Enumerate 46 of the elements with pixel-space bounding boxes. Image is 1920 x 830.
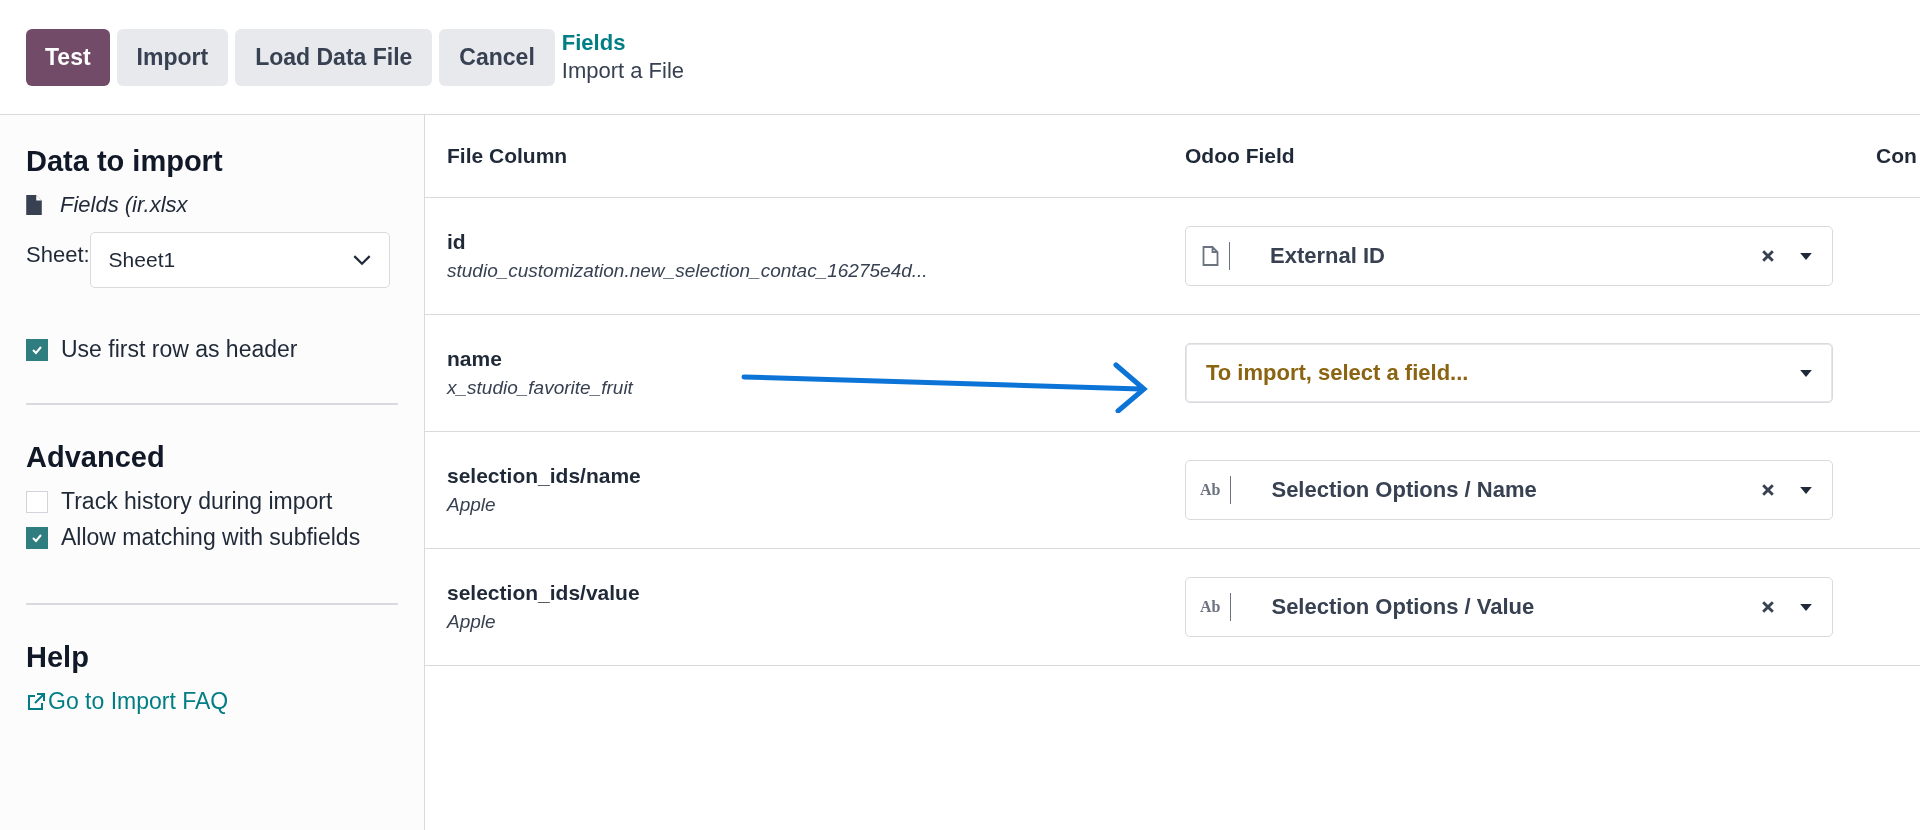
help-link[interactable]: Go to Import FAQ: [26, 688, 229, 715]
sample-value: studio_customization.new_selection_contac_16275e4d...: [447, 260, 929, 282]
sample-value: Apple: [447, 611, 497, 633]
checkbox-label: Use first row as header: [61, 336, 298, 363]
toolbar-button[interactable]: Cancel: [439, 28, 555, 86]
caret-down-icon[interactable]: [1800, 252, 1812, 260]
sample-value: x_studio_favorite_fruit: [447, 377, 635, 399]
toolbar-button[interactable]: Load Data File: [235, 28, 433, 86]
column-name: selection_ids/name: [447, 464, 642, 488]
field-select[interactable]: External ID: [1185, 226, 1833, 286]
section-title: Help: [26, 641, 90, 674]
file-icon: [26, 195, 42, 215]
toolbar-button[interactable]: Test: [26, 28, 110, 86]
section-title: Advanced: [26, 441, 166, 474]
breadcrumb-link[interactable]: Fields: [561, 29, 685, 57]
caret-down-icon: [1800, 369, 1812, 377]
field-select[interactable]: To import, select a field...: [1185, 343, 1833, 403]
clear-icon[interactable]: [1762, 250, 1774, 262]
column-name: name: [447, 347, 503, 371]
sheet-select[interactable]: Sheet1: [89, 232, 390, 288]
checkbox[interactable]: [26, 338, 48, 361]
caret-down-icon[interactable]: [1800, 603, 1812, 611]
document-icon: [1202, 246, 1219, 266]
column-header: File Column: [446, 144, 569, 168]
text-type-icon: Ab: [1200, 598, 1221, 616]
column-header: Con: [1875, 144, 1918, 168]
column-header: Odoo Field: [1184, 144, 1296, 168]
sheet-label: Sheet:: [26, 242, 90, 268]
field-select[interactable]: Ab Selection Options / Name: [1185, 460, 1833, 520]
toolbar-button[interactable]: Import: [116, 28, 229, 86]
checkbox[interactable]: [26, 526, 48, 549]
caret-down-icon[interactable]: [1800, 486, 1812, 494]
external-link-icon: [26, 691, 46, 712]
checkbox-label: Track history during import: [61, 488, 333, 515]
file-name: Fields (ir.xlsx: [60, 192, 188, 218]
column-name: selection_ids/value: [447, 581, 641, 605]
clear-icon[interactable]: [1762, 601, 1774, 613]
field-select[interactable]: Ab Selection Options / Value: [1185, 577, 1833, 637]
column-name: id: [447, 230, 467, 254]
page-title: Import a File: [561, 57, 685, 85]
clear-icon[interactable]: [1762, 484, 1774, 496]
checkbox-label: Allow matching with subfields: [61, 524, 361, 551]
text-type-icon: Ab: [1200, 481, 1221, 499]
section-title: Data to import: [26, 145, 224, 178]
chevron-down-icon: [352, 254, 371, 266]
sample-value: Apple: [447, 494, 497, 516]
